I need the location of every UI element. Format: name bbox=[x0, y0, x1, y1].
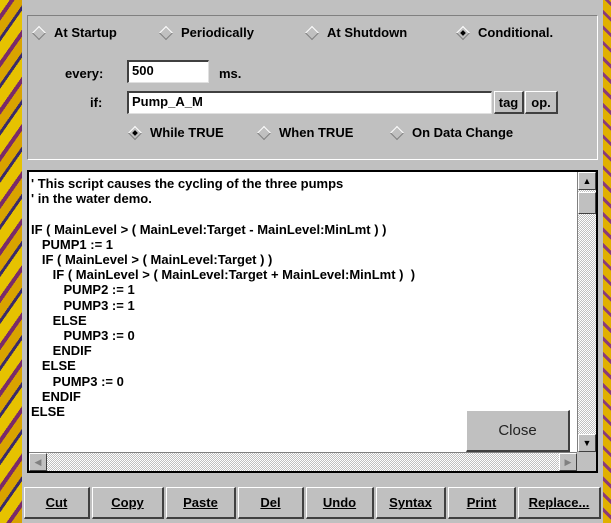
radio-label: Conditional. bbox=[478, 25, 554, 40]
arrow-down-icon[interactable]: ▼ bbox=[578, 434, 596, 452]
script-line: IF ( MainLevel > ( MainLevel:Target - Ma… bbox=[31, 221, 387, 237]
tag-button[interactable]: tag bbox=[494, 91, 524, 114]
radio-selected-icon bbox=[127, 125, 143, 140]
every-label: every: bbox=[65, 66, 104, 81]
replace-button[interactable]: Replace... bbox=[518, 487, 601, 519]
cut-button[interactable]: Cut bbox=[24, 487, 90, 519]
scrollbar-corner bbox=[577, 452, 596, 471]
op-button[interactable]: op. bbox=[525, 91, 558, 114]
script-line: PUMP3 := 0 bbox=[31, 373, 124, 389]
if-label: if: bbox=[90, 95, 103, 110]
script-line: IF ( MainLevel > ( MainLevel:Target ) ) bbox=[31, 252, 273, 268]
script-line: ENDIF bbox=[31, 388, 81, 404]
scroll-thumb[interactable] bbox=[578, 192, 596, 214]
radio-indicator-icon bbox=[158, 25, 174, 40]
radio-selected-icon bbox=[455, 25, 471, 40]
period-input[interactable]: 500 bbox=[127, 60, 209, 83]
arrow-left-icon[interactable]: ◀ bbox=[29, 453, 47, 471]
radio-periodically[interactable]: Periodically bbox=[157, 25, 254, 40]
radio-at-shutdown[interactable]: At Shutdown bbox=[303, 25, 407, 40]
script-line: PUMP3 := 0 bbox=[31, 328, 135, 344]
script-line: PUMP3 := 1 bbox=[31, 297, 135, 313]
radio-at-startup[interactable]: At Startup bbox=[30, 25, 117, 40]
arrow-right-icon[interactable]: ▶ bbox=[559, 453, 577, 471]
radio-on-data-change[interactable]: On Data Change bbox=[388, 125, 513, 140]
radio-when-true[interactable]: When TRUE bbox=[255, 125, 353, 140]
script-line: PUMP2 := 1 bbox=[31, 282, 135, 298]
radio-label: At Shutdown bbox=[327, 25, 408, 40]
script-line: PUMP1 := 1 bbox=[31, 236, 113, 252]
copy-button[interactable]: Copy bbox=[92, 487, 164, 519]
script-editor-dialog: At Startup Periodically At Shutdown Cond… bbox=[22, 0, 603, 523]
radio-indicator-icon bbox=[389, 125, 405, 140]
paste-button[interactable]: Paste bbox=[166, 487, 236, 519]
print-button[interactable]: Print bbox=[448, 487, 516, 519]
script-line: ' This script causes the cycling of the … bbox=[31, 176, 344, 191]
radio-indicator-icon bbox=[256, 125, 272, 140]
radio-label: When TRUE bbox=[279, 125, 354, 140]
script-line: ELSE bbox=[31, 358, 76, 374]
trigger-options-panel: At Startup Periodically At Shutdown Cond… bbox=[27, 15, 598, 160]
radio-label: Periodically bbox=[181, 25, 254, 40]
delete-button[interactable]: Del bbox=[238, 487, 304, 519]
vertical-scrollbar[interactable]: ▲ ▼ bbox=[577, 172, 596, 452]
script-line: ' in the water demo. bbox=[31, 191, 152, 207]
condition-input[interactable]: Pump_A_M bbox=[127, 91, 492, 114]
radio-indicator-icon bbox=[304, 25, 320, 40]
script-line: ENDIF bbox=[31, 343, 92, 359]
radio-conditional[interactable]: Conditional. bbox=[454, 25, 553, 40]
script-line: ELSE bbox=[31, 312, 87, 328]
radio-label: At Startup bbox=[54, 25, 117, 40]
desktop-background-pattern-right bbox=[603, 0, 611, 523]
desktop-background-pattern bbox=[0, 0, 22, 523]
undo-button[interactable]: Undo bbox=[306, 487, 374, 519]
script-line bbox=[31, 206, 575, 221]
radio-label: On Data Change bbox=[412, 125, 514, 140]
radio-indicator-icon bbox=[31, 25, 47, 40]
radio-label: While TRUE bbox=[150, 125, 224, 140]
script-line: IF ( MainLevel > ( MainLevel:Target + Ma… bbox=[31, 267, 416, 283]
horizontal-scrollbar[interactable]: ◀ ▶ bbox=[29, 452, 577, 471]
close-button[interactable]: Close bbox=[466, 410, 570, 452]
ms-unit-label: ms. bbox=[219, 66, 242, 81]
syntax-button[interactable]: Syntax bbox=[376, 487, 446, 519]
radio-while-true[interactable]: While TRUE bbox=[126, 125, 224, 140]
arrow-up-icon[interactable]: ▲ bbox=[578, 172, 596, 190]
